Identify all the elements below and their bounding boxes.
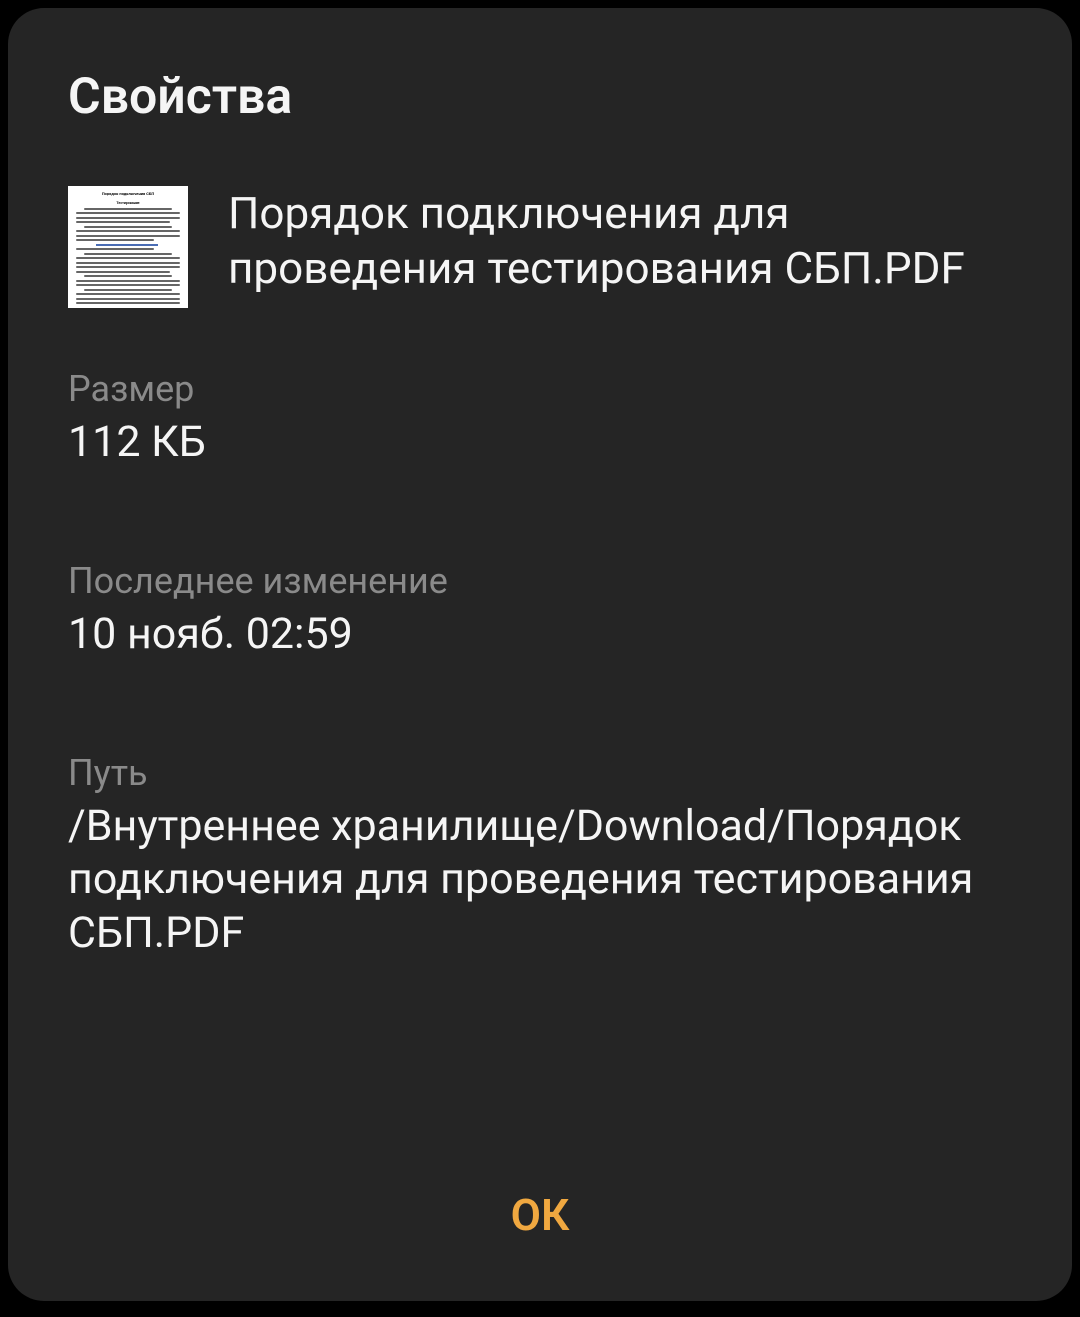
path-value: /Внутреннее хранилище/Download/Порядок п…: [68, 800, 1012, 961]
size-property: Размер 112 КБ: [68, 368, 1012, 470]
modified-property: Последнее изменение 10 нояб. 02:59: [68, 560, 1012, 662]
size-value: 112 КБ: [68, 416, 1012, 470]
file-name: Порядок подключения для проведения тести…: [228, 186, 1012, 308]
ok-button[interactable]: ОК: [8, 1189, 1072, 1241]
modified-value: 10 нояб. 02:59: [68, 608, 1012, 662]
dialog-title: Свойства: [68, 68, 1012, 126]
size-label: Размер: [68, 368, 1012, 410]
path-property: Путь /Внутреннее хранилище/Download/Поря…: [68, 752, 1012, 961]
path-label: Путь: [68, 752, 1012, 794]
file-header: Порядок подключения СБП Тестирование: [68, 186, 1012, 308]
file-thumbnail-icon: Порядок подключения СБП Тестирование: [68, 186, 188, 308]
properties-dialog: Свойства Порядок подключения СБП Тестиро…: [8, 8, 1072, 1301]
modified-label: Последнее изменение: [68, 560, 1012, 602]
